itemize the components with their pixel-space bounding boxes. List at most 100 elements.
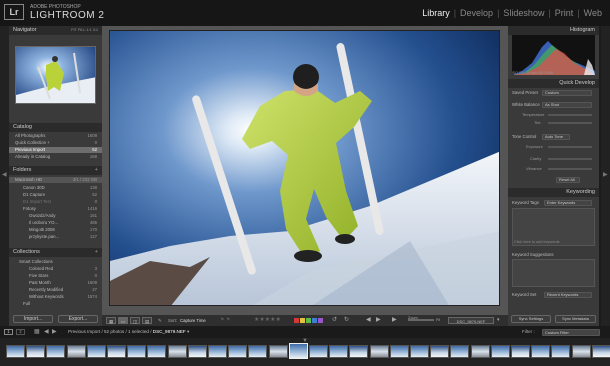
filmstrip-thumbnail[interactable] — [147, 345, 167, 358]
keyword-tags-dropdown[interactable]: Enter Keywords — [544, 200, 592, 206]
volume-item[interactable]: Macintosh HD 3/1 / 232 GB — [9, 177, 102, 183]
previous-arrow-icon[interactable]: ◀ — [366, 317, 371, 324]
folder-item[interactable]: Fotosy 1416 — [9, 206, 102, 212]
exposure-slider[interactable]: Exposure — [512, 144, 595, 150]
folder-item[interactable]: Il uroboru YO... 486 — [9, 220, 102, 226]
color-label-yellow[interactable] — [300, 318, 305, 323]
folder-item[interactable]: Gwozdz/Andy 161 — [9, 213, 102, 219]
filmstrip-thumbnail[interactable] — [369, 345, 389, 358]
collapse-left-icon[interactable]: ◀ — [2, 171, 7, 178]
next-arrow-icon[interactable]: ▶ — [376, 317, 381, 324]
filmstrip-thumbnail[interactable] — [248, 345, 268, 358]
add-folder-icon[interactable]: + — [95, 166, 98, 175]
keywording-header[interactable]: Keywording — [508, 188, 599, 197]
histogram-header[interactable]: Histogram — [508, 26, 599, 35]
filmstrip-thumbnail[interactable] — [187, 345, 207, 358]
filmstrip-thumbnail[interactable] — [26, 345, 46, 358]
exposure-track[interactable] — [548, 146, 592, 148]
folder-item[interactable]: Canon 30D 138 — [9, 185, 102, 191]
tint-slider[interactable]: Tint — [512, 120, 595, 126]
filmstrip-thumbnail[interactable] — [86, 345, 106, 358]
filmstrip-thumbnail[interactable] — [107, 345, 126, 358]
filmstrip-thumbnail[interactable] — [410, 345, 429, 358]
main-photo[interactable] — [109, 30, 500, 306]
module-slideshow[interactable]: Slideshow — [503, 8, 544, 18]
filmstrip-thumbnail[interactable] — [329, 345, 349, 358]
filmstrip-grid-icon[interactable]: ▦ — [34, 328, 40, 335]
white-balance-dropdown[interactable]: As Shot — [542, 102, 592, 108]
collapse-right-icon[interactable]: ▶ — [603, 171, 608, 178]
filmstrip-thumbnail-selected[interactable] — [288, 343, 308, 359]
keyword-suggestions-area[interactable] — [512, 259, 595, 287]
filmstrip-thumbnail[interactable] — [208, 345, 227, 358]
filmstrip-thumbnail[interactable] — [6, 345, 25, 358]
color-label-purple[interactable] — [318, 318, 323, 323]
folder-item[interactable]: Mingotti 2008 170 — [9, 227, 102, 233]
filmstrip-thumbnail[interactable] — [450, 345, 470, 358]
filmstrip-thumbnail[interactable] — [268, 345, 288, 358]
filmstrip-thumbnail[interactable] — [571, 345, 591, 358]
breadcrumb-dropdown-icon[interactable]: ▾ — [186, 329, 189, 334]
zoom-options[interactable]: FIT FILL 1:1 3:1 — [71, 26, 98, 35]
rotate-right-icon[interactable]: ↻ — [344, 317, 349, 324]
collection-item[interactable]: Colored Red 3 — [9, 266, 102, 272]
clarity-slider[interactable]: Clarity — [512, 156, 595, 162]
quick-develop-header[interactable]: Quick Develop — [508, 79, 599, 88]
sort-value[interactable]: Capture Time — [180, 317, 206, 324]
filmstrip-thumbnail[interactable] — [551, 345, 571, 358]
keyword-set-dropdown[interactable]: Recent Keywords — [544, 292, 592, 298]
filmstrip-thumbnail[interactable] — [389, 345, 409, 358]
vibrance-track[interactable] — [548, 168, 592, 170]
filmstrip-thumbnail[interactable] — [228, 345, 248, 358]
folder-item[interactable]: D1 Import Test 0 — [9, 199, 102, 205]
folder-item[interactable]: przykyste.pan... 127 — [9, 234, 102, 240]
auto-tone-button[interactable]: Auto Tone — [542, 134, 570, 140]
navigator-header[interactable]: Navigator FIT FILL 1:1 3:1 — [9, 26, 102, 35]
filmstrip-breadcrumb[interactable]: Previous Import / 52 photos / 1 selected… — [68, 329, 189, 335]
catalog-item-selected[interactable]: Previous Import 52 — [9, 147, 102, 153]
vibrance-slider[interactable]: Vibrance — [512, 166, 595, 172]
histogram-graph[interactable] — [512, 35, 595, 75]
right-edge-strip[interactable]: ▶ — [601, 26, 610, 326]
catalog-item[interactable]: All Photographs 1609 — [9, 133, 102, 139]
module-develop[interactable]: Develop — [460, 8, 493, 18]
sync-settings-button[interactable]: Sync Settings — [511, 315, 551, 323]
filmstrip-back-icon[interactable]: ◀ — [44, 328, 49, 335]
page-1-button[interactable]: 1 — [4, 329, 13, 335]
filmstrip-thumbnail[interactable] — [349, 345, 369, 358]
export-button[interactable]: Export... — [58, 315, 98, 323]
folders-header[interactable]: Folders + — [9, 166, 102, 175]
module-web[interactable]: Web — [584, 8, 602, 18]
left-edge-strip[interactable]: ◀ — [0, 26, 9, 326]
zoom-slider[interactable] — [408, 319, 434, 321]
temperature-slider[interactable]: Temperature — [512, 112, 595, 118]
color-label-green[interactable] — [306, 318, 311, 323]
play-icon[interactable]: ▶ — [392, 317, 397, 324]
filmstrip-thumbnail[interactable] — [430, 345, 450, 358]
folder-item[interactable]: D1 Capture 52 — [9, 192, 102, 198]
collection-item[interactable]: Past Month 1609 — [9, 280, 102, 286]
collection-item[interactable]: Five Stars 0 — [9, 273, 102, 279]
import-button[interactable]: Import... — [13, 315, 53, 323]
collection-item[interactable]: Recently Modified 27 — [9, 287, 102, 293]
filmstrip-thumbnail[interactable] — [66, 345, 86, 358]
catalog-header[interactable]: Catalog — [9, 123, 102, 132]
filmstrip-thumbnail[interactable] — [470, 345, 490, 358]
filmstrip-collapse-icon[interactable]: ▼ — [302, 338, 308, 344]
filmstrip-thumbnail[interactable] — [127, 345, 147, 358]
module-print[interactable]: Print — [555, 8, 574, 18]
rating-stars[interactable]: ★★★★★ — [254, 317, 281, 324]
compare-view-icon[interactable]: ◫ — [130, 317, 140, 324]
filmstrip-thumbnail[interactable] — [490, 345, 510, 358]
filmstrip-thumbnail[interactable] — [167, 345, 187, 358]
filmstrip-thumbnail[interactable] — [511, 345, 530, 358]
catalog-item[interactable]: Quick Collection + 0 — [9, 140, 102, 146]
collection-item[interactable]: Smart Collections — [9, 259, 102, 265]
collection-item[interactable]: Without Keywords 1574 — [9, 294, 102, 300]
grid-view-icon[interactable]: ▦ — [106, 317, 116, 324]
add-collection-icon[interactable]: + — [95, 248, 98, 257]
filmstrip-thumbnail[interactable] — [531, 345, 551, 358]
survey-view-icon[interactable]: ▤ — [142, 317, 152, 324]
saved-preset-dropdown[interactable]: Custom — [542, 90, 592, 96]
sync-metadata-button[interactable]: Sync Metadata — [555, 315, 596, 323]
